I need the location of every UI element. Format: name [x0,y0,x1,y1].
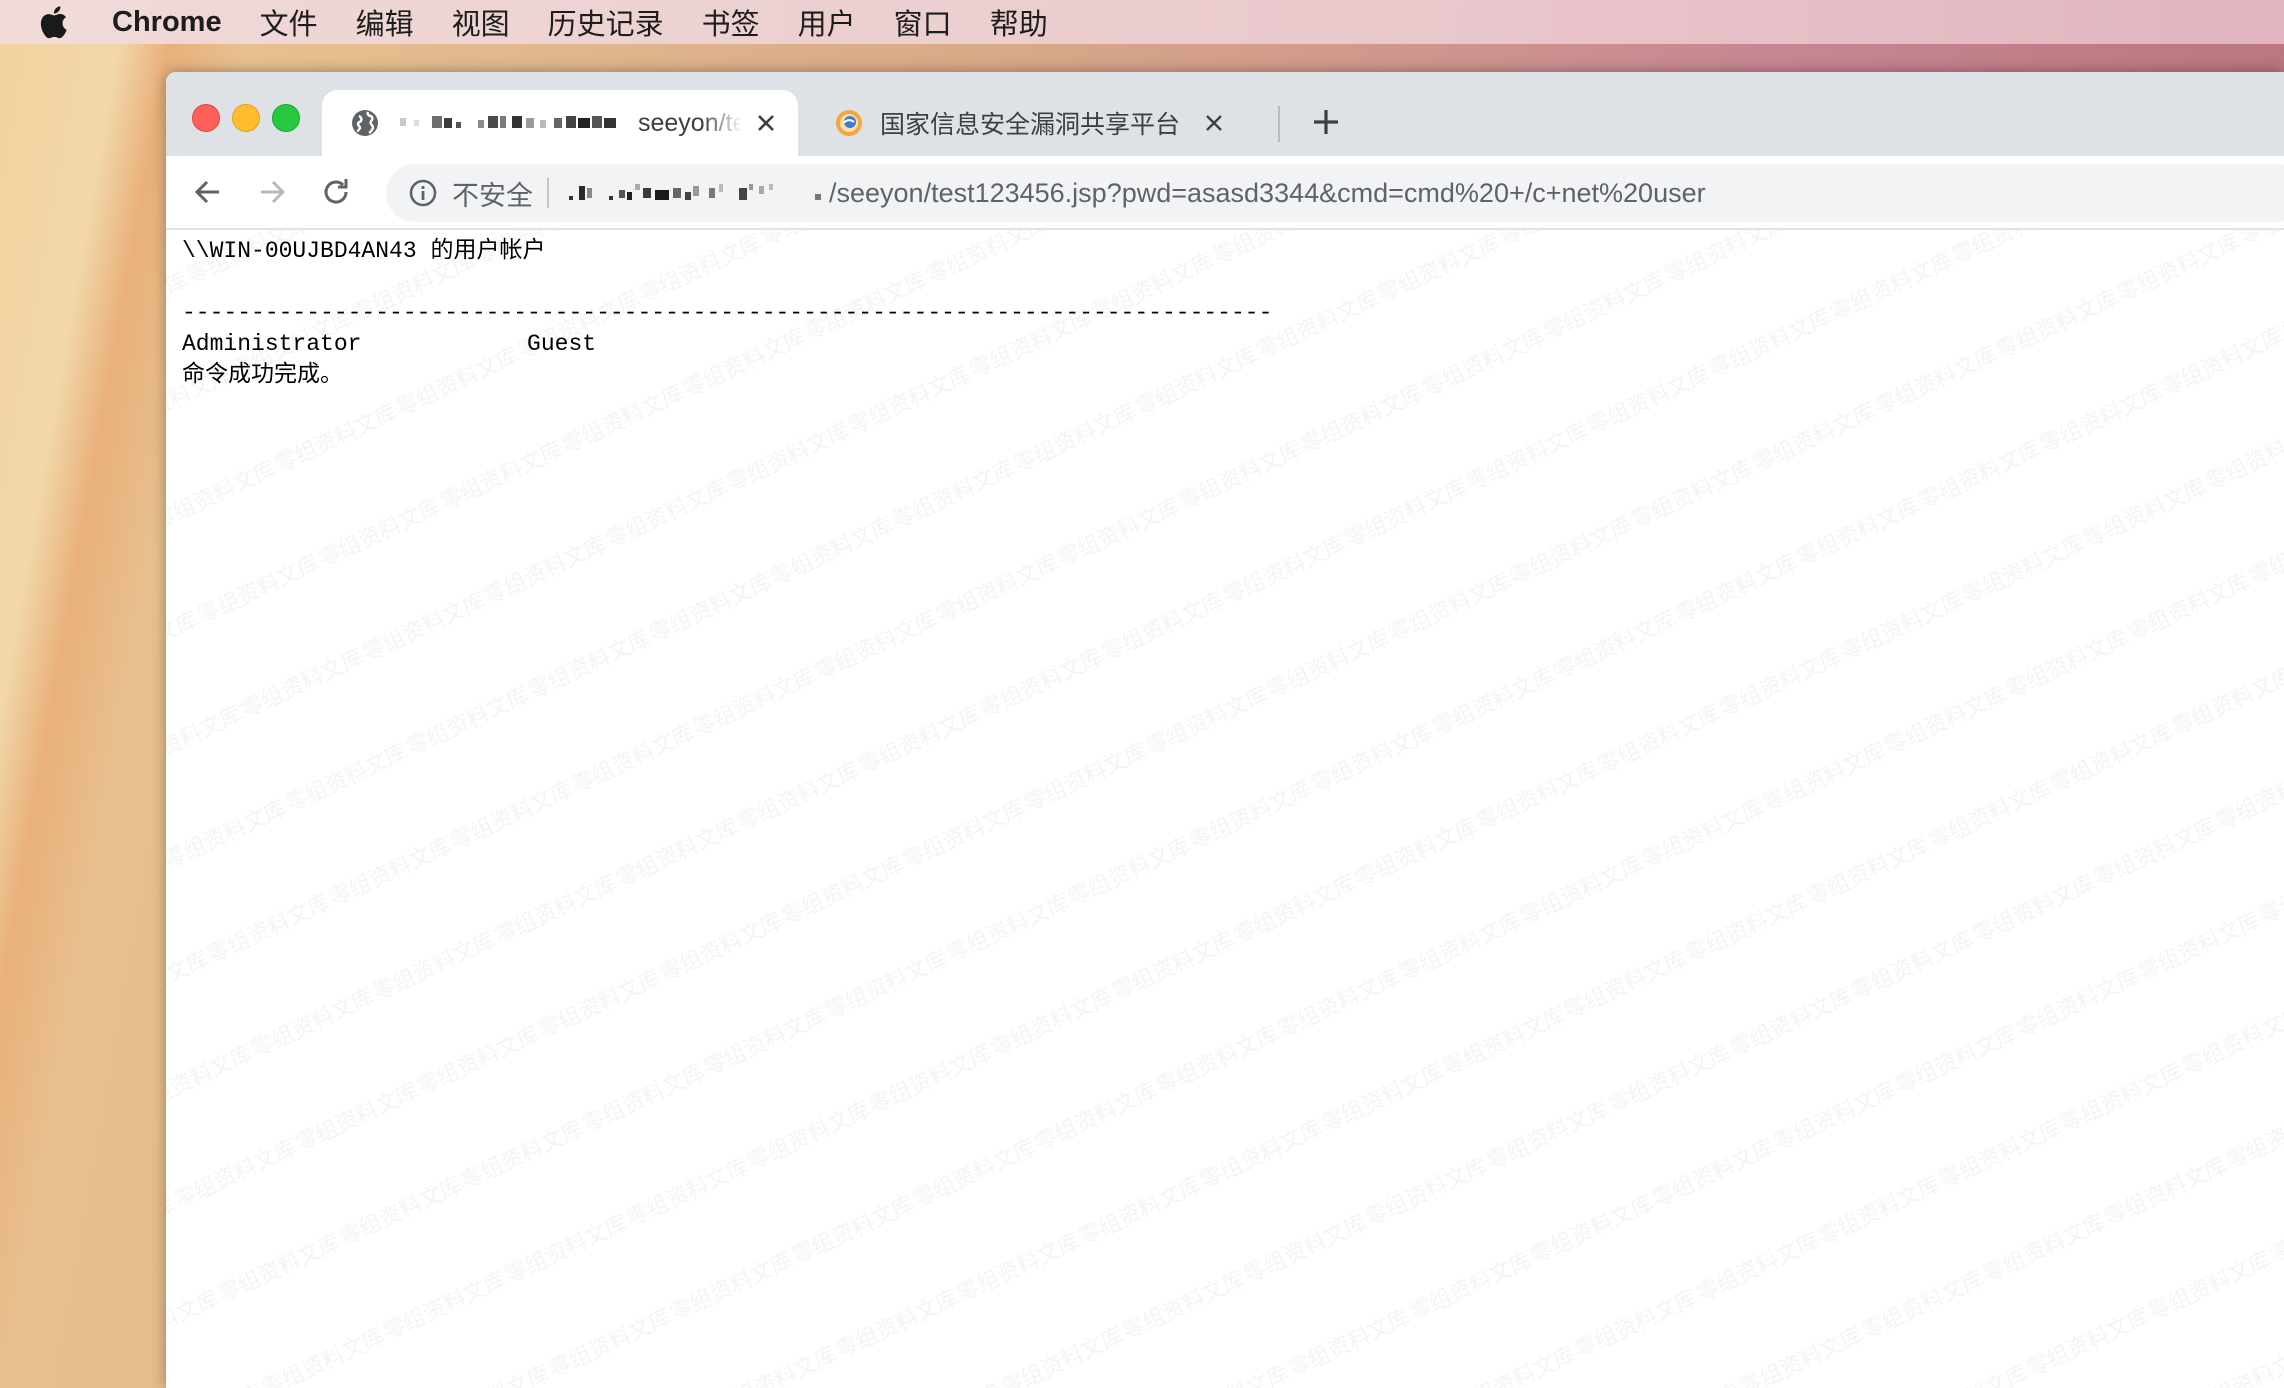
zoom-window-button[interactable] [272,104,300,132]
menu-edit[interactable]: 编辑 [356,1,414,43]
arrow-left-icon [194,180,219,204]
output-separator-line: ----------------------------------------… [182,300,1273,326]
tab-title-active: seeyon/te [396,107,742,139]
tab-cnvd[interactable]: 国家信息安全漏洞共享平台 [806,90,1246,156]
menu-window[interactable]: 窗口 [894,1,952,43]
menu-people[interactable]: 用户 [798,1,856,43]
page-content: 零组资料文库 \\WIN-00UJBD4AN43 的用户帐户 ----------… [166,230,2284,1388]
menu-bookmarks[interactable]: 书签 [702,1,760,43]
output-header-line: \\WIN-00UJBD4AN43 的用户帐户 [182,238,546,264]
info-icon[interactable] [408,178,438,208]
redacted-host-pixels [400,116,616,129]
apple-menu-icon[interactable] [38,5,68,39]
close-tab-icon[interactable] [1198,107,1230,139]
security-indicator[interactable]: 不安全 [452,174,533,213]
menu-history[interactable]: 历史记录 [548,1,664,43]
new-tab-button[interactable] [1306,102,1346,142]
browser-window: seeyon/te 国家信息安全漏洞共享平台 不安全 /seeyon/test1… [166,72,2284,1388]
command-output: \\WIN-00UJBD4AN43 的用户帐户 -----------------… [182,236,1272,391]
url-path-text: /seeyon/test123456.jsp?pwd=asasd3344&cmd… [829,177,1706,208]
output-result-line: 命令成功完成。 [182,362,343,388]
close-window-button[interactable] [192,104,220,132]
app-name-menu[interactable]: Chrome [112,6,222,39]
menu-help[interactable]: 帮助 [990,1,1048,43]
tab-title-cnvd: 国家信息安全漏洞共享平台 [880,111,1181,139]
macos-menu-bar: Chrome 文件 编辑 视图 历史记录 书签 用户 窗口 帮助 [0,0,2284,44]
cnvd-logo-icon [836,110,862,136]
reload-button[interactable] [314,170,358,214]
omnibox-divider [547,178,549,208]
watermark-pattern: 零组资料文库 [166,230,2284,1388]
output-accounts-line: Administrator Guest [182,331,597,357]
tab-separator [1278,106,1280,142]
plus-icon [1314,110,1338,134]
output-blank-line [182,267,1272,298]
url-host-redacted [569,178,829,208]
reload-icon [324,179,348,204]
tab-title-text: seeyon/te [638,108,742,137]
browser-toolbar: 不安全 /seeyon/test123456.jsp?pwd=asasd3344… [166,156,2284,230]
tab-active[interactable]: seeyon/te [322,90,798,156]
tab-strip: seeyon/te 国家信息安全漏洞共享平台 [166,72,2284,156]
globe-icon [352,110,378,136]
back-button[interactable] [186,170,230,214]
menu-file[interactable]: 文件 [260,1,318,43]
close-tab-icon[interactable] [750,107,782,139]
menu-view[interactable]: 视图 [452,1,510,43]
address-bar[interactable]: 不安全 /seeyon/test123456.jsp?pwd=asasd3344… [386,164,2284,222]
forward-button[interactable] [250,170,294,214]
arrow-right-icon [261,180,286,204]
minimize-window-button[interactable] [232,104,260,132]
